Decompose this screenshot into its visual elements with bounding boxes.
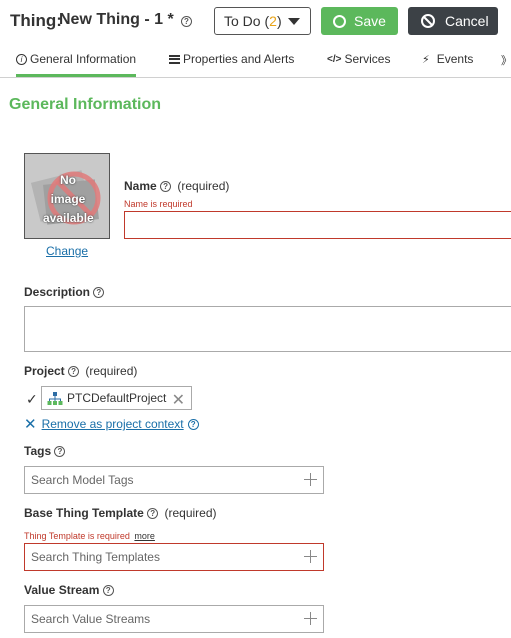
help-icon[interactable]: ?	[160, 181, 172, 193]
project-label: Project ? (required)	[24, 364, 137, 378]
tab-overflow[interactable]: 》	[501, 52, 511, 68]
project-chip[interactable]: PTCDefaultProject ✕	[41, 386, 192, 410]
code-icon: </>	[327, 53, 342, 65]
description-label-text: Description	[24, 285, 91, 299]
more-link[interactable]: more	[134, 531, 155, 541]
value-stream-label-text: Value Stream	[24, 583, 100, 597]
value-stream-label: Value Stream ?	[24, 583, 114, 597]
section-title: General Information	[9, 96, 162, 113]
rss-icon: 》	[501, 55, 511, 67]
tab-label: Events	[436, 52, 474, 66]
save-label: Save	[354, 13, 386, 29]
help-icon[interactable]: ?	[102, 585, 114, 597]
help-icon[interactable]: ?	[147, 508, 159, 520]
tags-placeholder: Search Model Tags	[31, 473, 134, 487]
cancel-button[interactable]: Cancel	[408, 7, 498, 35]
circle-icon	[333, 14, 346, 28]
thing-image-placeholder: No image available	[24, 153, 110, 239]
change-image-link[interactable]: Change	[46, 244, 88, 258]
todo-label: To Do	[224, 13, 261, 29]
value-stream-placeholder: Search Value Streams	[31, 612, 151, 626]
base-template-label-text: Base Thing Template	[24, 506, 144, 520]
tags-label-text: Tags	[24, 444, 52, 458]
page-header: Thing: New Thing - 1 * ? To Do (2) Save …	[0, 0, 511, 44]
tags-label: Tags ?	[24, 444, 66, 458]
tab-label: Services	[344, 52, 391, 66]
tags-search-input[interactable]: Search Model Tags	[24, 466, 324, 494]
ban-icon	[421, 14, 435, 28]
required-indicator: (required)	[177, 179, 230, 193]
tab-events[interactable]: ⚡ Events	[422, 52, 473, 66]
project-label-text: Project	[24, 364, 65, 378]
base-template-error-text: Thing Template is required	[24, 531, 130, 541]
todo-dropdown-button[interactable]: To Do (2)	[214, 7, 311, 35]
tab-label: General Information	[30, 52, 137, 66]
name-label: Name ? (required)	[124, 179, 229, 193]
base-template-error: Thing Template is required more	[24, 531, 155, 541]
project-hierarchy-icon	[47, 391, 63, 405]
required-indicator: (required)	[164, 506, 217, 520]
value-stream-search-input[interactable]: Search Value Streams	[24, 605, 324, 633]
help-icon[interactable]: ?	[54, 446, 66, 458]
tab-general-information[interactable]: i General Information	[16, 52, 137, 77]
plus-icon[interactable]	[304, 550, 317, 563]
close-icon[interactable]: ✕	[172, 390, 185, 410]
caret-down-icon	[288, 18, 300, 25]
remove-project-context-link[interactable]: ✕ Remove as project context ?	[24, 415, 199, 433]
description-textarea[interactable]	[24, 306, 511, 352]
name-input[interactable]	[124, 211, 511, 239]
remove-context-label: Remove as project context	[41, 417, 184, 431]
name-label-text: Name	[124, 179, 157, 193]
base-thing-template-label: Base Thing Template ? (required)	[24, 506, 217, 520]
description-label: Description ?	[24, 285, 105, 299]
cancel-label: Cancel	[445, 13, 489, 29]
info-icon: i	[16, 53, 27, 65]
tab-bar: i General Information Properties and Ale…	[0, 44, 511, 78]
check-icon: ✓	[26, 391, 38, 407]
todo-count-badge: 2	[269, 13, 277, 29]
todo-close-paren: )	[276, 13, 282, 29]
plus-icon[interactable]	[304, 473, 317, 486]
help-icon[interactable]: ?	[181, 16, 192, 27]
tab-properties-and-alerts[interactable]: Properties and Alerts	[169, 52, 294, 66]
project-chip-label: PTCDefaultProject	[67, 391, 167, 405]
name-error: Name is required	[124, 199, 193, 209]
base-template-placeholder: Search Thing Templates	[31, 550, 160, 564]
plus-icon[interactable]	[304, 612, 317, 625]
help-icon[interactable]: ?	[93, 287, 105, 299]
help-icon[interactable]: ?	[187, 418, 199, 430]
list-icon	[169, 54, 180, 64]
no-image-text: No image available	[43, 173, 94, 225]
tab-services[interactable]: </> Services	[327, 52, 390, 66]
entity-type-label: Thing:	[10, 11, 62, 30]
required-indicator: (required)	[85, 364, 138, 378]
lightning-icon: ⚡	[422, 53, 430, 66]
help-icon[interactable]: ?	[68, 366, 80, 378]
tab-label: Properties and Alerts	[183, 52, 295, 66]
close-icon: ✕	[24, 416, 37, 433]
base-template-search-input[interactable]: Search Thing Templates	[24, 543, 324, 571]
save-button[interactable]: Save	[321, 7, 398, 35]
entity-name-title: New Thing - 1 *	[59, 11, 174, 28]
